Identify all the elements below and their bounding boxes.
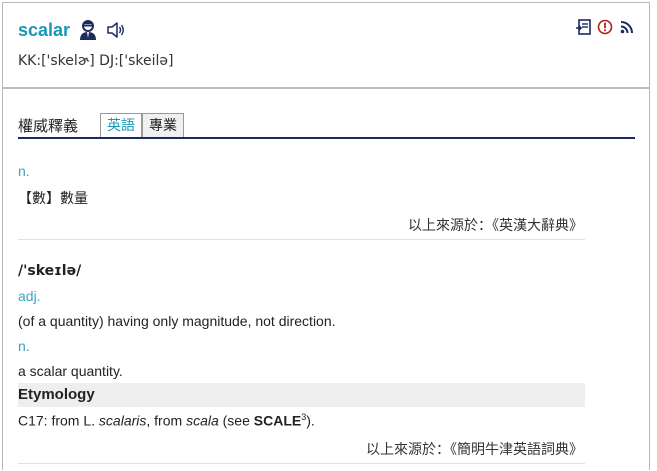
teacher-icon[interactable] xyxy=(78,19,98,41)
tab-professional[interactable]: 專業 xyxy=(142,113,184,137)
tabs-title: 權威釋義 xyxy=(18,118,79,135)
source-citation: 以上來源於：《簡明牛津英語詞典》 xyxy=(366,441,583,457)
etymology-latin-word: scalaris xyxy=(98,412,147,429)
definition-text: 【數】數量 xyxy=(18,190,88,206)
rss-icon[interactable] xyxy=(619,19,635,35)
source-citation: 以上來源於：《英漢大辭典》 xyxy=(408,217,583,233)
etymology-title: Etymology xyxy=(18,386,95,403)
headword: scalar xyxy=(18,19,71,40)
part-of-speech: adj. xyxy=(18,288,41,304)
toolbar xyxy=(575,19,635,35)
entry-divider xyxy=(18,239,585,240)
etymology-suffix: ). xyxy=(306,412,315,429)
definition-text: a scalar quantity. xyxy=(18,363,123,379)
report-icon[interactable] xyxy=(597,19,613,35)
sound-icon[interactable] xyxy=(106,20,126,40)
notebook-icon[interactable] xyxy=(575,19,591,35)
word-row: scalar xyxy=(18,19,126,41)
dictionary-panel: scalar KK:['skelɚ] DJ:['skeilə] 權威釋義 英語 … xyxy=(2,2,650,470)
etymology-middle: , from xyxy=(146,412,187,429)
cross-reference-link[interactable]: SCALE xyxy=(254,413,301,429)
definition-tabs: 權威釋義 英語 專業 xyxy=(18,111,635,139)
phonetic: /'skeɪlə/ xyxy=(18,263,82,279)
etymology-prefix: C17: from L. xyxy=(18,412,99,429)
part-of-speech: n. xyxy=(18,338,30,354)
etymology-see: (see xyxy=(218,412,254,429)
etymology-heading: Etymology xyxy=(18,383,585,407)
definition-text: (of a quantity) having only magnitude, n… xyxy=(18,313,336,329)
entry-divider xyxy=(18,463,585,464)
word-header: scalar KK:['skelɚ] DJ:['skeilə] xyxy=(3,3,649,87)
etymology-text: C17: from L. scalaris, from scala (see S… xyxy=(18,412,315,429)
tab-english[interactable]: 英語 xyxy=(100,113,142,137)
header-divider xyxy=(3,87,649,89)
pronunciation: KK:['skelɚ] DJ:['skeilə] xyxy=(18,53,174,69)
etymology-latin-root: scala xyxy=(186,412,219,429)
part-of-speech: n. xyxy=(18,163,30,179)
